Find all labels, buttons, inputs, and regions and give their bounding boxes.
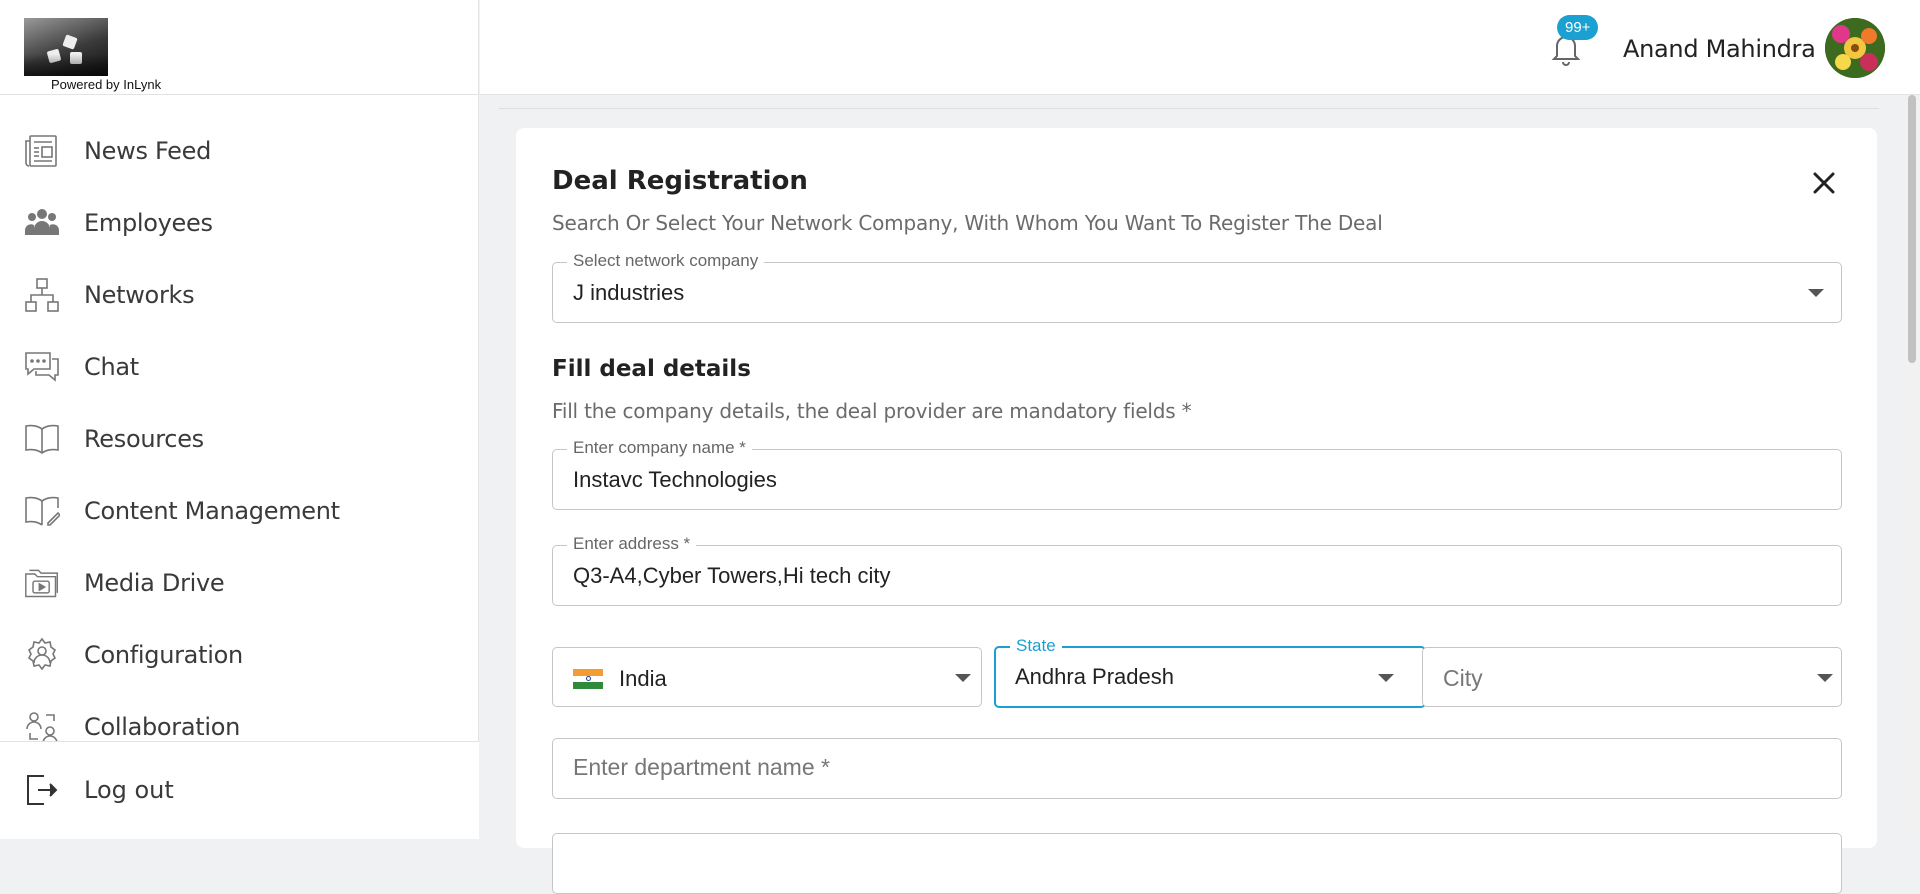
edit-book-icon bbox=[24, 493, 60, 529]
sidebar-nav: News Feed Employees Networks Chat Resour… bbox=[0, 115, 479, 763]
scrollbar-thumb[interactable] bbox=[1908, 95, 1916, 363]
chevron-down-icon[interactable] bbox=[1808, 289, 1824, 297]
page-scrollbar[interactable] bbox=[1904, 95, 1920, 839]
top-header: 99+ Anand Mahindra bbox=[480, 0, 1920, 95]
deal-registration-card: Deal Registration Search Or Select Your … bbox=[516, 128, 1877, 894]
page-title: Deal Registration bbox=[552, 166, 808, 196]
book-icon bbox=[24, 421, 60, 457]
chevron-down-icon[interactable] bbox=[955, 674, 971, 682]
collaboration-icon bbox=[24, 709, 60, 745]
sidebar: Powered by InLynk News Feed Employees Ne… bbox=[0, 0, 479, 839]
chevron-down-icon[interactable] bbox=[1817, 674, 1833, 682]
sidebar-item-media-drive[interactable]: Media Drive bbox=[0, 547, 479, 619]
logout-icon bbox=[24, 772, 60, 808]
india-flag-icon bbox=[573, 669, 603, 689]
close-icon bbox=[1813, 172, 1835, 194]
content-divider bbox=[499, 108, 1879, 109]
sidebar-item-resources[interactable]: Resources bbox=[0, 403, 479, 475]
logo-area: Powered by InLynk bbox=[0, 0, 478, 95]
sidebar-item-label: Collaboration bbox=[84, 713, 241, 741]
section-subtitle: Fill the company details, the deal provi… bbox=[552, 399, 1192, 423]
company-name-field[interactable]: Enter company name * Instavc Technologie… bbox=[552, 438, 1842, 510]
company-name-label: Enter company name * bbox=[567, 438, 752, 458]
logout-label: Log out bbox=[84, 776, 174, 804]
sidebar-footer: Log out bbox=[0, 741, 479, 839]
sidebar-item-content-management[interactable]: Content Management bbox=[0, 475, 479, 547]
state-value: Andhra Pradesh bbox=[1015, 664, 1174, 689]
sidebar-item-employees[interactable]: Employees bbox=[0, 187, 479, 259]
next-field[interactable] bbox=[552, 833, 1842, 894]
sidebar-item-label: Content Management bbox=[84, 497, 340, 525]
close-button[interactable] bbox=[1809, 168, 1839, 198]
country-value: India bbox=[619, 666, 667, 691]
avatar[interactable] bbox=[1825, 18, 1885, 78]
chat-icon bbox=[24, 349, 60, 385]
powered-by-text: Powered by InLynk bbox=[51, 77, 162, 92]
media-folder-icon bbox=[24, 565, 60, 601]
sidebar-item-label: Resources bbox=[84, 425, 204, 453]
address-label: Enter address * bbox=[567, 534, 697, 554]
state-select[interactable]: State Andhra Pradesh bbox=[994, 636, 1426, 708]
sidebar-item-configuration[interactable]: Configuration bbox=[0, 619, 479, 691]
sidebar-item-label: Employees bbox=[84, 209, 213, 237]
section-title: Fill deal details bbox=[552, 356, 751, 382]
people-icon bbox=[24, 205, 60, 241]
logout-button[interactable]: Log out bbox=[24, 772, 174, 808]
network-company-label: Select network company bbox=[567, 251, 765, 271]
city-placeholder: City bbox=[1443, 665, 1483, 691]
country-select[interactable]: India bbox=[552, 647, 982, 707]
notification-badge[interactable]: 99+ bbox=[1557, 15, 1599, 40]
sidebar-item-label: Configuration bbox=[84, 641, 243, 669]
company-name-value: Instavc Technologies bbox=[573, 467, 777, 492]
sidebar-item-label: Networks bbox=[84, 281, 195, 309]
sidebar-item-chat[interactable]: Chat bbox=[0, 331, 479, 403]
department-field[interactable]: Enter department name * bbox=[552, 738, 1842, 799]
newspaper-icon bbox=[24, 133, 60, 169]
department-placeholder: Enter department name * bbox=[573, 754, 830, 780]
sidebar-item-news-feed[interactable]: News Feed bbox=[0, 115, 479, 187]
sidebar-item-label: Chat bbox=[84, 353, 139, 381]
network-company-select[interactable]: Select network company J industries bbox=[552, 251, 1842, 323]
network-icon bbox=[24, 277, 60, 313]
sidebar-item-label: News Feed bbox=[84, 137, 212, 165]
user-name[interactable]: Anand Mahindra bbox=[1623, 35, 1816, 63]
gear-person-icon bbox=[24, 637, 60, 673]
chevron-down-icon[interactable] bbox=[1378, 674, 1394, 682]
city-select[interactable]: City bbox=[1422, 647, 1842, 707]
address-field[interactable]: Enter address * Q3-A4,Cyber Towers,Hi te… bbox=[552, 534, 1842, 606]
company-logo[interactable] bbox=[24, 18, 108, 76]
page-subtitle: Search Or Select Your Network Company, W… bbox=[552, 211, 1383, 235]
address-value: Q3-A4,Cyber Towers,Hi tech city bbox=[573, 563, 891, 588]
state-label: State bbox=[1010, 636, 1062, 656]
network-company-value: J industries bbox=[573, 280, 685, 305]
sidebar-item-label: Media Drive bbox=[84, 569, 225, 597]
sidebar-item-networks[interactable]: Networks bbox=[0, 259, 479, 331]
